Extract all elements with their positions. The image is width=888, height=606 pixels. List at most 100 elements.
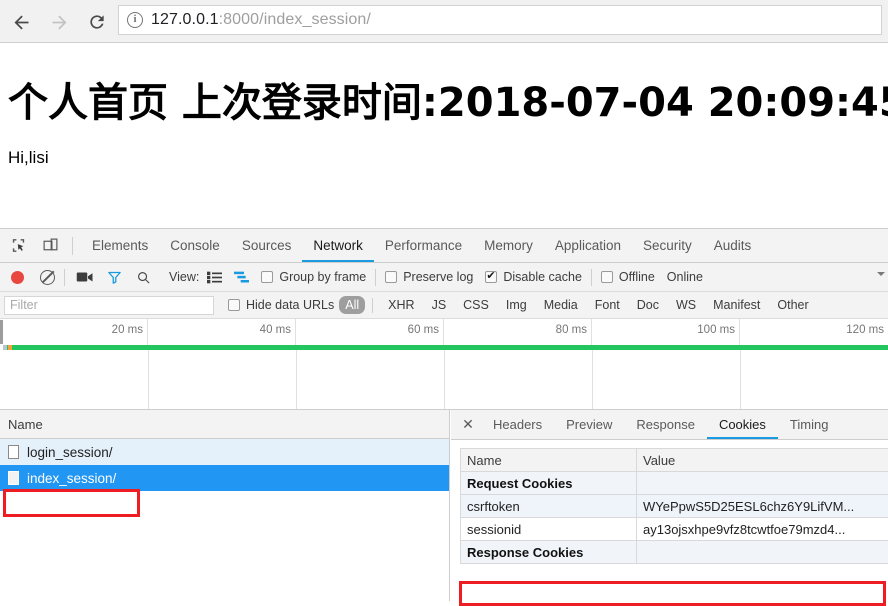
list-view-icon[interactable] <box>207 271 222 284</box>
type-filter-doc[interactable]: Doc <box>631 296 665 314</box>
checkbox-box <box>385 271 397 283</box>
back-button[interactable] <box>6 7 36 37</box>
cookie-group-value <box>637 541 888 564</box>
preserve-log-label: Preserve log <box>403 270 473 284</box>
overview-marker <box>8 345 12 350</box>
disable-cache-checkbox[interactable]: Disable cache <box>485 270 582 284</box>
hide-data-urls-checkbox[interactable]: Hide data URLs <box>228 298 334 312</box>
page-title: 个人首页 上次登录时间:2018-07-04 20:09:45 <box>8 70 888 128</box>
network-toolbar: View: Group by frame Preserve log Disabl… <box>0 263 888 292</box>
type-filter-xhr[interactable]: XHR <box>382 296 420 314</box>
preserve-log-checkbox[interactable]: Preserve log <box>385 270 473 284</box>
view-label: View: <box>169 270 199 284</box>
waterfall-view-icon[interactable] <box>234 271 249 284</box>
url-path: :8000/index_session/ <box>219 11 371 28</box>
browser-chrome: i 127.0.0.1:8000/index_session/ <box>0 0 888 43</box>
detail-tab-preview[interactable]: Preview <box>554 410 624 439</box>
toolbar-divider <box>64 269 65 286</box>
tab-application[interactable]: Application <box>544 229 632 262</box>
cookie-group-label: Request Cookies <box>461 472 637 495</box>
tab-performance[interactable]: Performance <box>374 229 473 262</box>
network-split-view: Name login_session/ index_session/ ✕ Hea… <box>0 410 888 601</box>
offline-label: Offline <box>619 270 655 284</box>
overview-network-bar <box>4 345 888 350</box>
ruler-tick: 40 ms <box>148 319 296 345</box>
type-filter-manifest[interactable]: Manifest <box>707 296 766 314</box>
checkbox-box <box>261 271 273 283</box>
type-filter-other[interactable]: Other <box>771 296 814 314</box>
detail-tab-response[interactable]: Response <box>624 410 707 439</box>
cookies-col-name[interactable]: Name <box>461 449 637 472</box>
toolbar-divider <box>372 298 373 313</box>
address-bar[interactable]: i 127.0.0.1:8000/index_session/ <box>118 5 882 35</box>
toolbar-divider <box>591 269 592 286</box>
url-text: 127.0.0.1:8000/index_session/ <box>151 11 371 29</box>
type-filter-ws[interactable]: WS <box>670 296 702 314</box>
overview-gridline <box>444 350 445 409</box>
overview-gridline <box>296 350 297 409</box>
cookies-group-response: Response Cookies <box>461 541 888 564</box>
tab-security[interactable]: Security <box>632 229 703 262</box>
checkbox-box <box>601 271 613 283</box>
reload-button[interactable] <box>82 7 112 37</box>
page-viewport: 个人首页 上次登录时间:2018-07-04 20:09:45 Hi,lisi <box>0 43 888 228</box>
clear-button[interactable] <box>40 270 55 285</box>
request-row-index-session[interactable]: index_session/ <box>0 465 449 491</box>
disable-cache-label: Disable cache <box>503 270 582 284</box>
device-toolbar-icon <box>42 237 59 254</box>
ruler-tick: 120 ms <box>740 319 888 345</box>
record-button[interactable] <box>11 271 24 284</box>
cookie-name: sessionid <box>461 518 637 541</box>
cookies-group-request: Request Cookies <box>461 472 888 495</box>
overview-gridline <box>592 350 593 409</box>
search-magnifier-icon[interactable] <box>136 270 151 285</box>
type-filter-js[interactable]: JS <box>426 296 453 314</box>
type-filter-font[interactable]: Font <box>589 296 626 314</box>
cookies-col-value[interactable]: Value <box>637 449 888 472</box>
toolbar-divider <box>375 269 376 286</box>
detail-tab-timing[interactable]: Timing <box>778 410 841 439</box>
tab-memory[interactable]: Memory <box>473 229 544 262</box>
tab-console[interactable]: Console <box>159 229 231 262</box>
close-icon[interactable]: ✕ <box>455 410 481 439</box>
type-filter-img[interactable]: Img <box>500 296 533 314</box>
request-row-login-session[interactable]: login_session/ <box>0 439 449 465</box>
chevron-down-icon[interactable] <box>877 272 885 276</box>
cookie-row-csrftoken[interactable]: csrftoken WYePpwS5D25ESL6chz6Y9LifVM... <box>461 495 888 518</box>
ruler-tick: 80 ms <box>444 319 592 345</box>
cookie-row-sessionid[interactable]: sessionid ay13ojsxhpe9vfz8tcwtfoe79mzd4.… <box>461 518 888 541</box>
offline-checkbox[interactable]: Offline <box>601 270 655 284</box>
filter-input[interactable] <box>4 296 214 315</box>
type-filter-media[interactable]: Media <box>538 296 584 314</box>
request-name: login_session/ <box>27 445 113 460</box>
site-info-icon[interactable]: i <box>127 12 143 28</box>
document-icon <box>8 445 19 459</box>
cookie-value: ay13ojsxhpe9vfz8tcwtfoe79mzd4... <box>637 518 888 541</box>
request-name: index_session/ <box>27 471 116 486</box>
detail-tab-cookies[interactable]: Cookies <box>707 410 778 439</box>
filter-funnel-icon[interactable] <box>107 270 122 285</box>
toolbar-divider <box>72 237 73 255</box>
forward-button[interactable] <box>44 7 74 37</box>
tab-audits[interactable]: Audits <box>703 229 763 262</box>
group-by-frame-checkbox[interactable]: Group by frame <box>261 270 366 284</box>
throttling-select[interactable]: Online <box>667 270 703 284</box>
devtools-tabstrip: Elements Console Sources Network Perform… <box>0 229 888 263</box>
inspect-element-icon <box>10 237 27 254</box>
tab-sources[interactable]: Sources <box>231 229 303 262</box>
screenshot-camera-icon[interactable] <box>76 270 94 284</box>
tab-elements[interactable]: Elements <box>81 229 159 262</box>
tab-network[interactable]: Network <box>302 229 374 262</box>
device-toolbar-button[interactable] <box>36 233 64 259</box>
requests-column-header[interactable]: Name <box>0 410 450 439</box>
cookies-header-row: Name Value <box>461 449 888 472</box>
type-filter-css[interactable]: CSS <box>457 296 495 314</box>
cookie-value: WYePpwS5D25ESL6chz6Y9LifVM... <box>637 495 888 518</box>
overview-gridline <box>740 350 741 409</box>
type-filter-all[interactable]: All <box>339 296 365 314</box>
inspect-element-button[interactable] <box>4 233 32 259</box>
network-overview[interactable]: 20 ms 40 ms 60 ms 80 ms 100 ms 120 ms <box>0 319 888 410</box>
cookie-group-value <box>637 472 888 495</box>
checkbox-box <box>228 299 240 311</box>
detail-tab-headers[interactable]: Headers <box>481 410 554 439</box>
